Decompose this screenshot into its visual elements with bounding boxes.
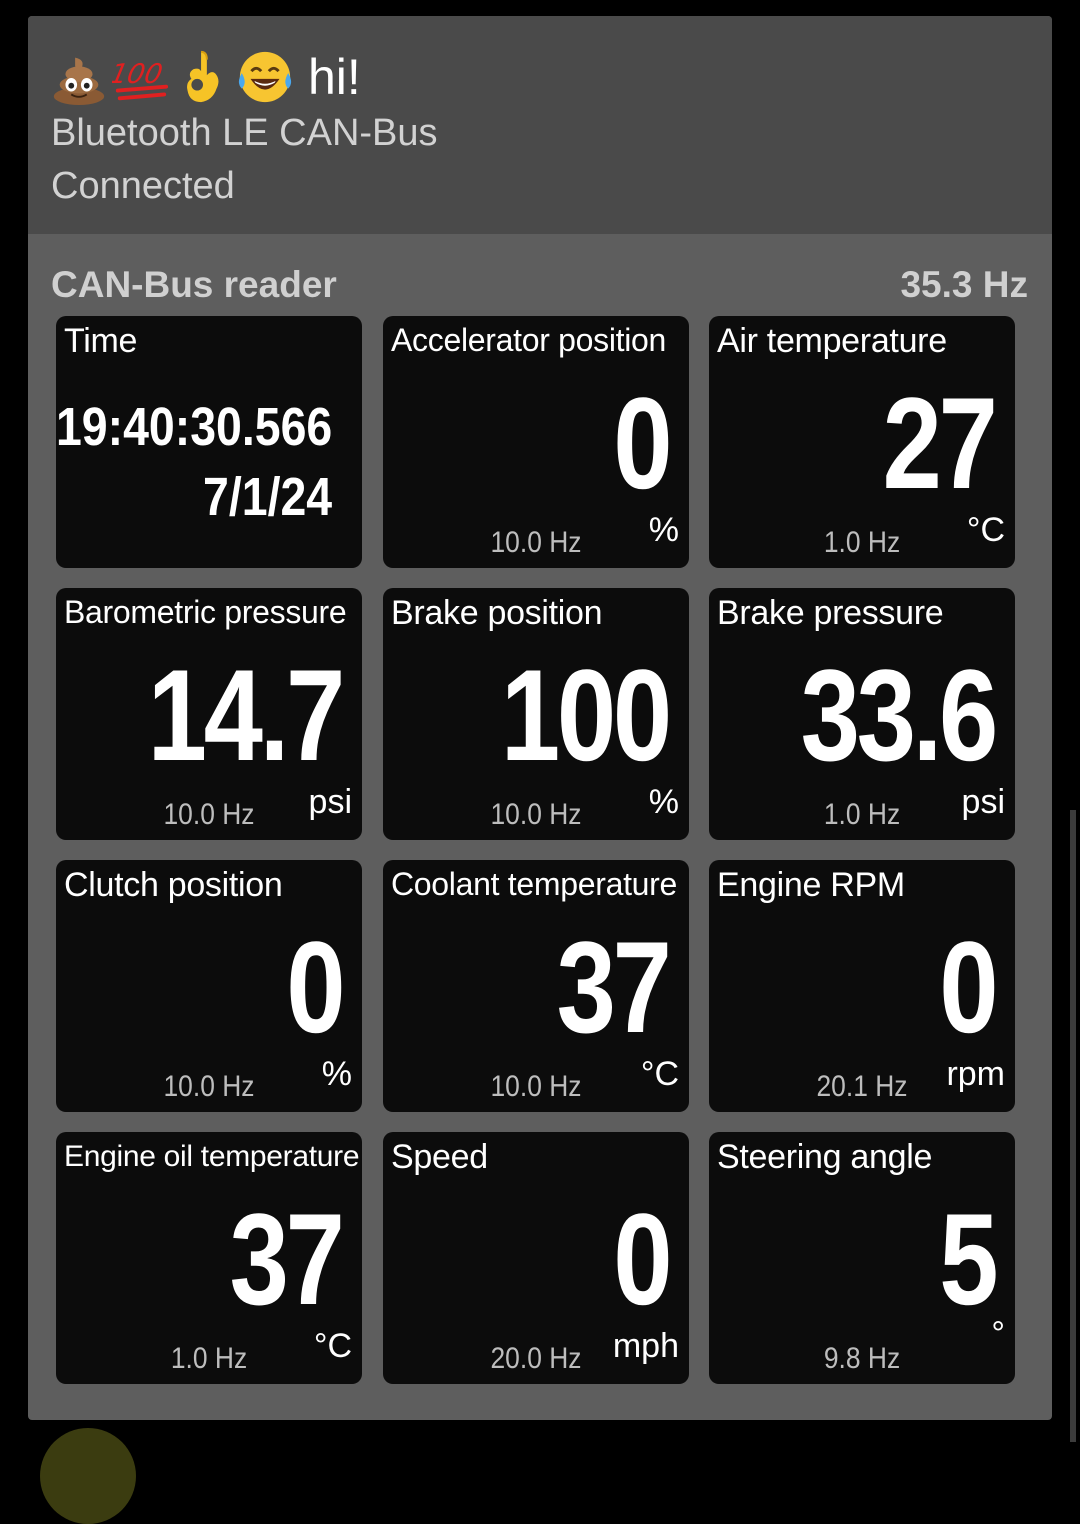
time-value: 19:40:30.566 bbox=[56, 397, 332, 457]
tile-rate: 1.0 Hz bbox=[170, 1342, 248, 1375]
tile-label: Clutch position bbox=[64, 866, 283, 904]
tile-unit: psi bbox=[308, 783, 352, 821]
tile-rate: 10.0 Hz bbox=[490, 798, 582, 831]
greeting-text: hi! bbox=[308, 49, 361, 105]
tile-unit: °C bbox=[966, 511, 1005, 549]
tile-rate: 10.0 Hz bbox=[490, 1070, 582, 1103]
tile-rate: 1.0 Hz bbox=[823, 798, 901, 831]
tile-unit: mph bbox=[612, 1327, 679, 1365]
tile-brake-pressure[interactable]: Brake pressure 33.6 1.0 Hz psi bbox=[709, 588, 1015, 840]
tile-unit: °C bbox=[313, 1327, 352, 1365]
tile-label: Air temperature bbox=[717, 322, 947, 360]
tile-value: 5 bbox=[938, 1186, 998, 1332]
hundred-points-icon: 100 bbox=[112, 48, 170, 106]
tile-rate: 10.0 Hz bbox=[163, 1070, 255, 1103]
tile-value: 0 bbox=[612, 1186, 672, 1332]
tile-rate: 10.0 Hz bbox=[163, 798, 255, 831]
device-name: Bluetooth LE CAN-Bus bbox=[51, 112, 438, 154]
tile-air-temperature[interactable]: Air temperature 27 1.0 Hz °C bbox=[709, 316, 1015, 568]
tile-value: 0 bbox=[612, 370, 672, 516]
tile-label: Accelerator position bbox=[391, 322, 667, 358]
tile-label: Steering angle bbox=[717, 1138, 933, 1176]
svg-text:100: 100 bbox=[112, 59, 165, 90]
tile-rate: 10.0 Hz bbox=[490, 526, 582, 559]
tile-value: 0 bbox=[938, 914, 998, 1060]
floating-action-button[interactable] bbox=[40, 1428, 136, 1524]
notification-header[interactable]: 100 hi! Bluetooth LE CAN-Bus Connected bbox=[28, 16, 1052, 234]
tile-label: Brake pressure bbox=[717, 594, 944, 632]
tile-label: Time bbox=[64, 322, 138, 360]
tile-engine-oil-temperature[interactable]: Engine oil temperature 37 1.0 Hz °C bbox=[56, 1132, 362, 1384]
tile-label: Coolant temperature bbox=[391, 866, 678, 902]
tile-clutch-position[interactable]: Clutch position 0 10.0 Hz % bbox=[56, 860, 362, 1112]
tile-time[interactable]: Time 19:40:30.566 7/1/24 bbox=[56, 316, 362, 568]
connection-status: Connected bbox=[51, 165, 235, 207]
tile-unit: psi bbox=[961, 783, 1005, 821]
tile-unit: % bbox=[321, 1055, 352, 1093]
date-value: 7/1/24 bbox=[202, 467, 332, 527]
tile-value: 14.7 bbox=[147, 642, 346, 788]
tile-value: 0 bbox=[285, 914, 345, 1060]
tile-steering-angle[interactable]: Steering angle 5 9.8 Hz ° bbox=[709, 1132, 1015, 1384]
tile-value: 37 bbox=[556, 914, 672, 1060]
section-rate: 35.3 Hz bbox=[900, 264, 1028, 305]
tile-rate: 1.0 Hz bbox=[823, 526, 901, 559]
tile-rate: 9.8 Hz bbox=[823, 1342, 901, 1375]
tile-value: 33.6 bbox=[800, 642, 999, 788]
tile-label: Brake position bbox=[391, 594, 603, 632]
tile-accelerator-position[interactable]: Accelerator position 0 10.0 Hz % bbox=[383, 316, 689, 568]
tile-speed[interactable]: Speed 0 20.0 Hz mph bbox=[383, 1132, 689, 1384]
tile-unit: % bbox=[648, 511, 679, 549]
tile-unit: ° bbox=[991, 1315, 1005, 1353]
tile-unit: rpm bbox=[946, 1055, 1005, 1093]
tile-label: Barometric pressure bbox=[64, 594, 347, 630]
tile-brake-position[interactable]: Brake position 100 10.0 Hz % bbox=[383, 588, 689, 840]
tile-label: Engine RPM bbox=[717, 866, 905, 904]
scrollbar[interactable] bbox=[1070, 810, 1076, 1442]
tile-unit: °C bbox=[640, 1055, 679, 1093]
tile-value: 100 bbox=[500, 642, 672, 788]
can-bus-card: 100 hi! Bluetooth LE CAN-Bus Connected C… bbox=[28, 16, 1052, 1420]
ok-hand-icon bbox=[174, 48, 232, 106]
greeting-row: 100 hi! bbox=[50, 42, 361, 112]
pile-of-poo-icon bbox=[50, 48, 108, 106]
tile-value: 27 bbox=[882, 370, 998, 516]
tears-of-joy-icon bbox=[236, 48, 294, 106]
tile-barometric-pressure[interactable]: Barometric pressure 14.7 10.0 Hz psi bbox=[56, 588, 362, 840]
section-title: CAN-Bus reader bbox=[51, 264, 337, 305]
tile-unit: % bbox=[648, 783, 679, 821]
tile-label: Speed bbox=[391, 1138, 488, 1176]
tile-coolant-temperature[interactable]: Coolant temperature 37 10.0 Hz °C bbox=[383, 860, 689, 1112]
tile-value: 37 bbox=[229, 1186, 345, 1332]
tile-label: Engine oil temperature bbox=[64, 1140, 360, 1173]
tile-engine-rpm[interactable]: Engine RPM 0 20.1 Hz rpm bbox=[709, 860, 1015, 1112]
